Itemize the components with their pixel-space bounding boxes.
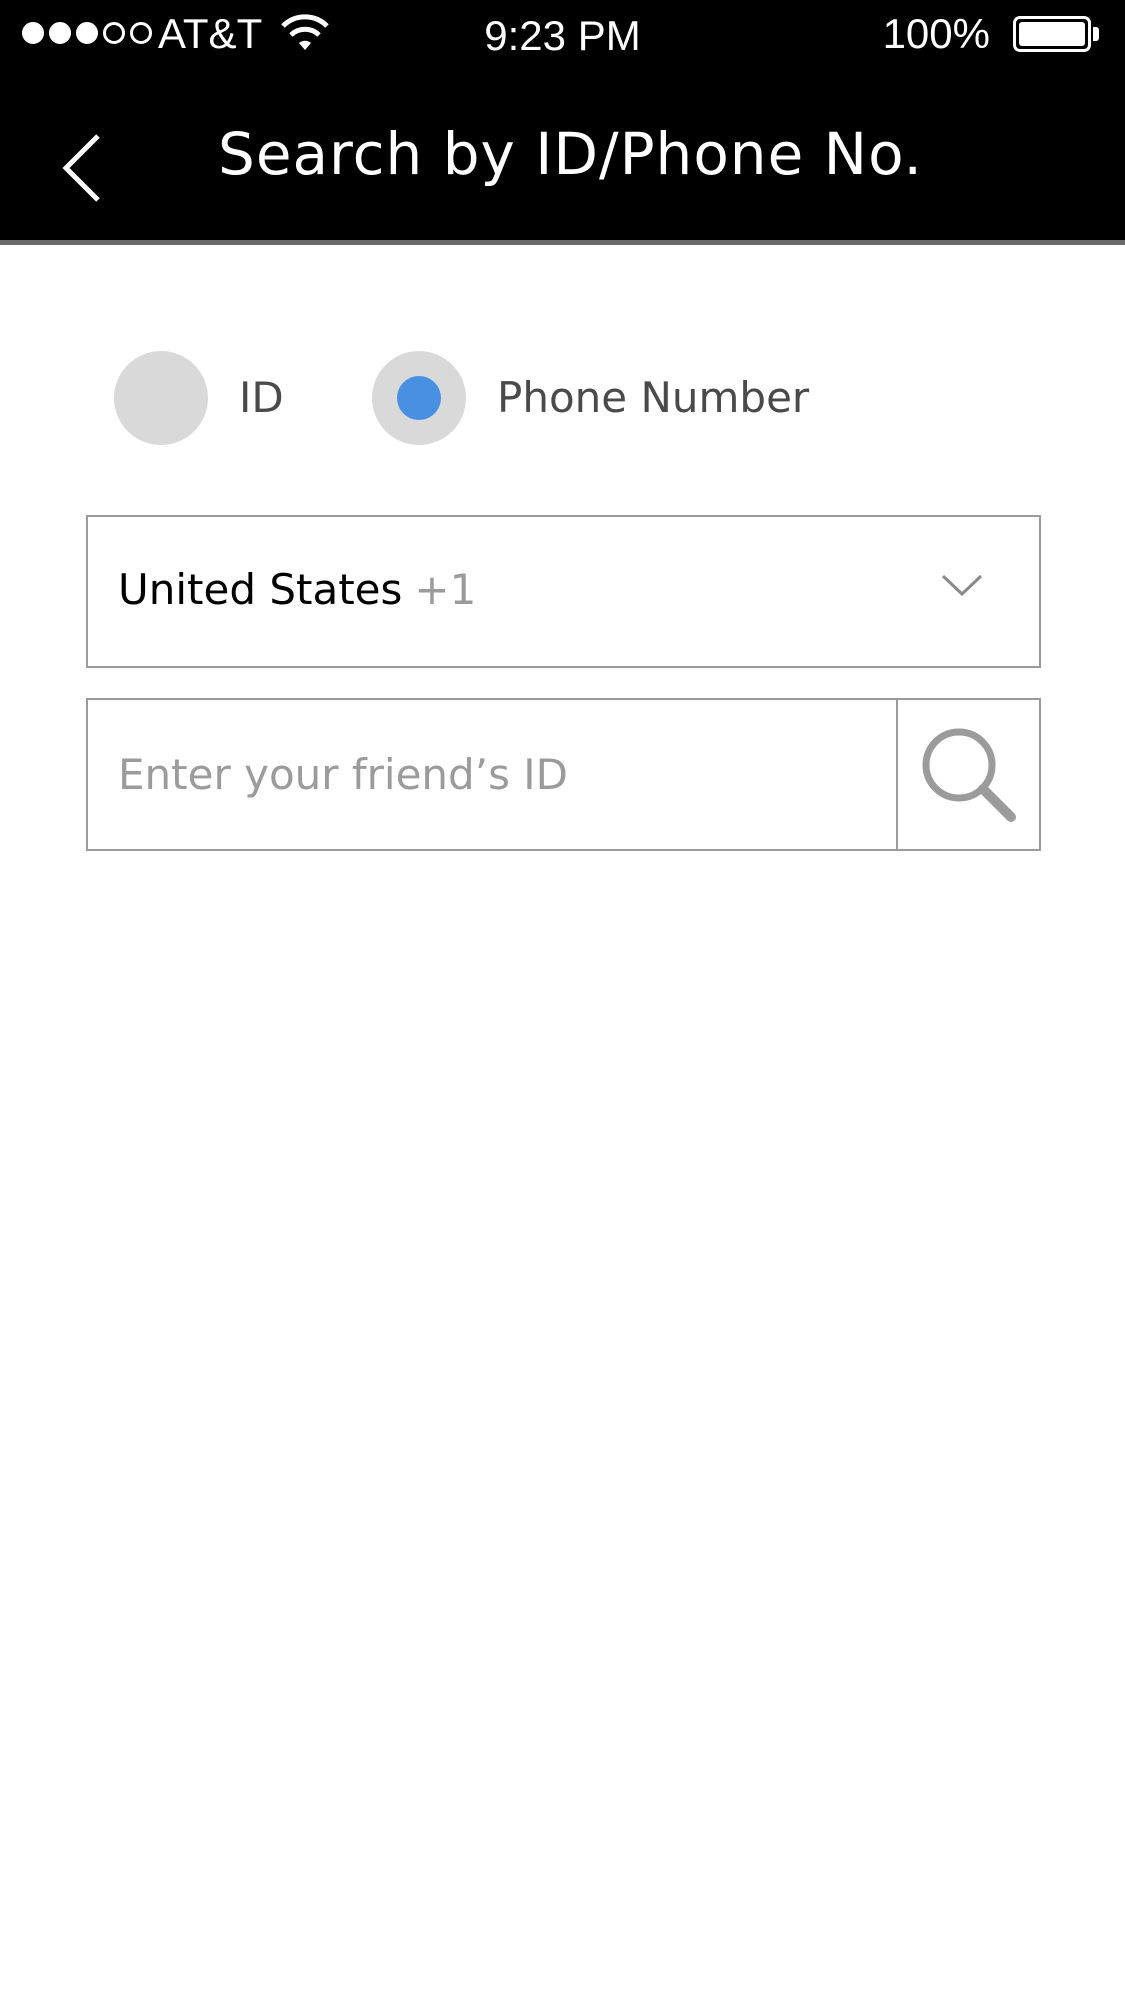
chevron-left-icon [62,134,100,202]
search-type-radio-group: ID Phone Number [0,350,1125,445]
back-button[interactable] [60,128,130,208]
radio-button[interactable] [114,350,208,445]
search-icon [922,728,1016,822]
chevron-down-icon [940,572,984,604]
navigation-bar: Search by ID/Phone No. [0,70,1125,240]
search-button[interactable] [896,700,1039,849]
radio-option-phone-number[interactable]: Phone Number [372,350,809,445]
radio-selected-indicator [397,375,441,420]
battery-percent: 100% [882,10,990,57]
friend-id-input[interactable] [88,700,898,849]
radio-option-id[interactable]: ID [114,350,284,445]
search-row [86,698,1041,851]
status-bar: AT&T 9:23 PM 100% [0,0,1125,70]
country-name: United States [118,565,403,614]
header-divider [0,240,1125,245]
radio-label-id: ID [239,373,284,422]
country-dial-code: +1 [414,565,477,614]
page-title: Search by ID/Phone No. [218,120,923,188]
radio-button-selected[interactable] [372,350,466,445]
battery-icon [1013,16,1091,52]
radio-label-phone-number: Phone Number [497,373,810,422]
country-code-select[interactable]: United States +1 [86,515,1041,668]
